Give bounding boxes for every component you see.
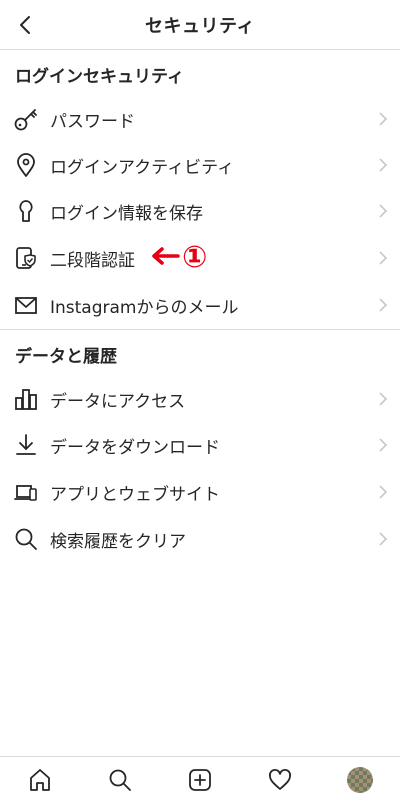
tab-home[interactable] [25, 765, 55, 795]
chevron-right-icon [366, 142, 400, 188]
settings-item-label: 検索履歴をクリア [50, 531, 186, 552]
chevron-right-icon [366, 235, 400, 281]
keyhole-icon [0, 188, 50, 234]
settings-item-label: ログインアクティビティ [50, 157, 235, 178]
section-title-data-history: データと履歴 [15, 347, 117, 367]
settings-item-clear-search-history[interactable]: 検索履歴をクリア [0, 516, 400, 562]
mail-icon [0, 282, 50, 328]
home-icon [30, 769, 50, 791]
settings-item-download-data[interactable]: データをダウンロード [0, 422, 400, 468]
section-divider [0, 329, 400, 330]
settings-item-label: データにアクセス [50, 391, 186, 412]
page-title: セキュリティ [145, 15, 255, 37]
settings-item-label: アプリとウェブサイト [50, 484, 220, 505]
settings-item-emails[interactable]: Instagramからのメール [0, 282, 400, 328]
section-title-login-security: ログインセキュリティ [15, 67, 184, 87]
chevron-right-icon [366, 516, 400, 562]
settings-item-label: ログイン情報を保存 [50, 203, 203, 224]
chevron-right-icon [366, 422, 400, 468]
settings-item-apps-websites[interactable]: アプリとウェブサイト [0, 469, 400, 515]
chevron-right-icon [366, 188, 400, 234]
key-icon [0, 96, 50, 142]
chevron-right-icon [366, 469, 400, 515]
profile-avatar [347, 767, 373, 793]
settings-item-access-data[interactable]: データにアクセス [0, 376, 400, 422]
activity-heart-icon [269, 769, 291, 790]
settings-item-label: パスワード [50, 111, 135, 132]
annotation-number: ① [182, 240, 208, 275]
header: セキュリティ [0, 0, 400, 50]
settings-item-login-activity[interactable]: ログインアクティビティ [0, 142, 400, 188]
location-pin-icon [0, 142, 50, 188]
settings-item-saved-login[interactable]: ログイン情報を保存 [0, 188, 400, 234]
phone-shield-icon [0, 235, 50, 281]
settings-item-label: データをダウンロード [50, 437, 220, 458]
search-icon [0, 516, 50, 562]
settings-item-label: 二段階認証 [50, 250, 135, 271]
chevron-left-icon [20, 16, 30, 34]
back-button[interactable] [6, 5, 46, 45]
tab-profile[interactable] [345, 765, 375, 795]
new-post-icon [189, 769, 211, 791]
tab-search[interactable] [105, 765, 135, 795]
bottom-tab-bar [0, 756, 400, 800]
chevron-right-icon [366, 96, 400, 142]
bar-chart-icon [0, 376, 50, 422]
download-icon [0, 422, 50, 468]
annotation-marker: ① [150, 240, 207, 276]
arrow-left-icon [150, 246, 180, 270]
devices-icon [0, 469, 50, 515]
chevron-right-icon [366, 282, 400, 328]
settings-item-label: Instagramからのメール [50, 297, 239, 318]
search-icon [109, 769, 131, 791]
chevron-right-icon [366, 376, 400, 422]
settings-item-password[interactable]: パスワード [0, 96, 400, 142]
tab-activity[interactable] [265, 765, 295, 795]
tab-new-post[interactable] [185, 765, 215, 795]
